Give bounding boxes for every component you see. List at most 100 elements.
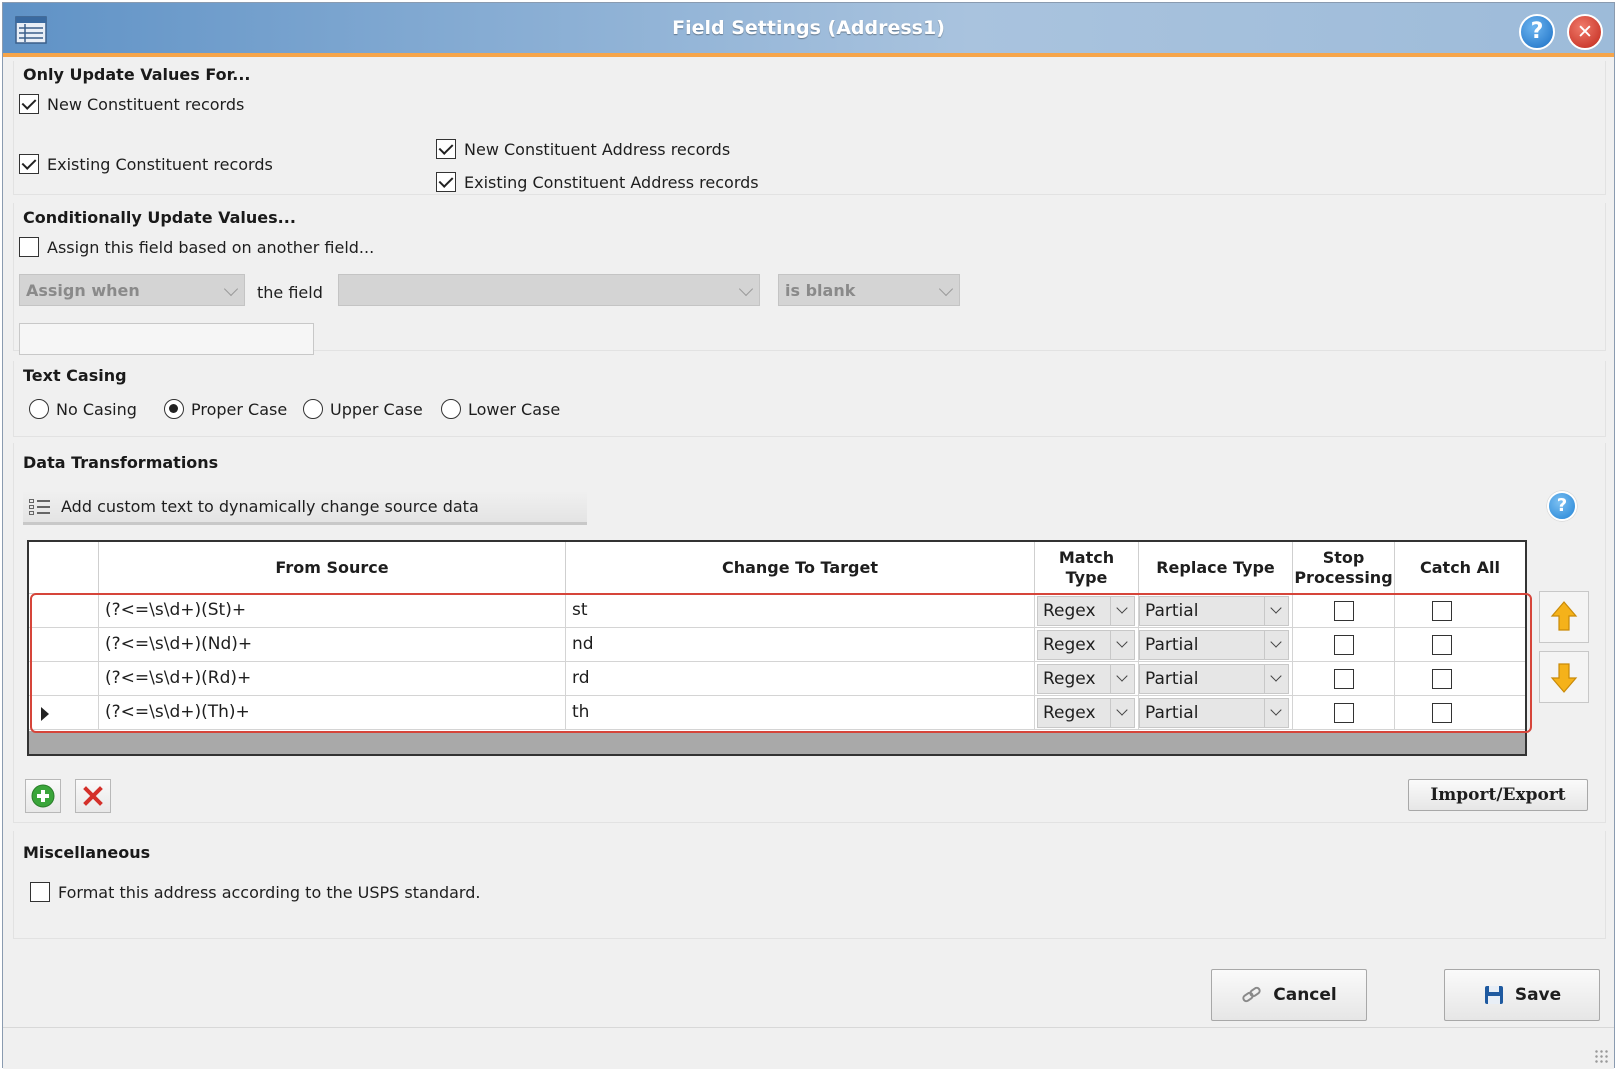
replace-type-dropdown[interactable]: Partial bbox=[1139, 698, 1289, 728]
dropdown-value: Partial bbox=[1145, 669, 1199, 689]
checkbox-box bbox=[19, 237, 39, 257]
chevron-down-icon bbox=[1264, 699, 1288, 727]
radio-proper-case[interactable]: Proper Case bbox=[164, 399, 287, 419]
close-button[interactable]: ✕ bbox=[1567, 14, 1603, 50]
match-type-dropdown[interactable]: Regex bbox=[1037, 596, 1135, 626]
window-title: Field Settings (Address1) bbox=[672, 17, 945, 39]
row-selector[interactable] bbox=[29, 662, 99, 696]
checkbox-label: New Constituent Address records bbox=[464, 139, 731, 159]
resize-grip-icon[interactable] bbox=[1594, 1049, 1608, 1063]
radio-no-casing[interactable]: No Casing bbox=[29, 399, 137, 419]
from-source-cell[interactable]: (?<=\s\d+)(Th)+ bbox=[99, 696, 566, 730]
checkbox-label: Format this address according to the USP… bbox=[58, 882, 481, 902]
change-to-target-cell[interactable]: nd bbox=[566, 628, 1035, 662]
field-settings-window: Field Settings (Address1) ? ✕ Only Updat… bbox=[2, 2, 1615, 1069]
button-label: Import/Export bbox=[1430, 785, 1566, 805]
catch-all-cell bbox=[1395, 662, 1525, 696]
change-to-target-cell[interactable]: rd bbox=[566, 662, 1035, 696]
stop-processing-checkbox[interactable] bbox=[1334, 635, 1354, 655]
table-row[interactable]: (?<=\s\d+)(Nd)+ nd Regex Partial bbox=[29, 628, 1525, 662]
catch-all-checkbox[interactable] bbox=[1432, 635, 1452, 655]
radio-dot bbox=[164, 399, 184, 419]
dropdown-value: Regex bbox=[1043, 635, 1096, 655]
radio-lower-case[interactable]: Lower Case bbox=[441, 399, 560, 419]
delete-row-button[interactable] bbox=[75, 779, 111, 813]
chevron-down-icon bbox=[1264, 631, 1288, 659]
catch-all-checkbox[interactable] bbox=[1432, 669, 1452, 689]
import-export-button[interactable]: Import/Export bbox=[1408, 779, 1588, 811]
cancel-button[interactable]: Cancel bbox=[1211, 969, 1367, 1021]
checkbox-label: Existing Constituent records bbox=[47, 154, 273, 174]
header-stop-processing[interactable]: Stop Processing bbox=[1293, 542, 1395, 594]
usps-format-checkbox[interactable]: Format this address according to the USP… bbox=[30, 882, 480, 902]
checkbox-box bbox=[436, 139, 456, 159]
button-label: Save bbox=[1514, 985, 1562, 1005]
from-source-cell[interactable]: (?<=\s\d+)(Nd)+ bbox=[99, 628, 566, 662]
help-button[interactable]: ? bbox=[1519, 14, 1555, 50]
match-type-dropdown[interactable]: Regex bbox=[1037, 664, 1135, 694]
header-text: Type bbox=[1065, 567, 1108, 587]
move-up-button[interactable] bbox=[1539, 591, 1589, 643]
table-row[interactable]: (?<=\s\d+)(St)+ st Regex Partial bbox=[29, 594, 1525, 628]
save-button[interactable]: Save bbox=[1444, 969, 1600, 1021]
catch-all-checkbox[interactable] bbox=[1432, 703, 1452, 723]
row-selector[interactable] bbox=[29, 696, 99, 730]
replace-type-dropdown[interactable]: Partial bbox=[1139, 664, 1289, 694]
from-source-cell[interactable]: (?<=\s\d+)(St)+ bbox=[99, 594, 566, 628]
row-selector[interactable] bbox=[29, 628, 99, 662]
chevron-down-icon bbox=[223, 281, 239, 297]
replace-type-dropdown[interactable]: Partial bbox=[1139, 630, 1289, 660]
transformations-table: From Source Change To Target Match Type … bbox=[27, 540, 1527, 756]
assign-when-dropdown[interactable]: Assign when bbox=[19, 274, 245, 306]
from-source-cell[interactable]: (?<=\s\d+)(Rd)+ bbox=[99, 662, 566, 696]
only-update-panel bbox=[13, 61, 1606, 195]
catch-all-cell bbox=[1395, 594, 1525, 628]
assign-based-checkbox[interactable]: Assign this field based on another field… bbox=[19, 237, 374, 257]
condition-value-input[interactable] bbox=[19, 323, 314, 355]
radio-upper-case[interactable]: Upper Case bbox=[303, 399, 423, 419]
new-address-checkbox[interactable]: New Constituent Address records bbox=[436, 139, 730, 159]
floppy-disk-icon bbox=[1484, 986, 1503, 1004]
header-from-source[interactable]: From Source bbox=[99, 542, 566, 594]
change-to-target-cell[interactable]: th bbox=[566, 696, 1035, 730]
delete-icon bbox=[83, 786, 103, 806]
row-selector[interactable] bbox=[29, 594, 99, 628]
header-text: Processing bbox=[1294, 567, 1393, 587]
catch-all-cell bbox=[1395, 628, 1525, 662]
add-custom-text-button[interactable]: Add custom text to dynamically change so… bbox=[23, 491, 587, 525]
existing-constituent-checkbox[interactable]: Existing Constituent records bbox=[19, 154, 273, 174]
catch-all-checkbox[interactable] bbox=[1432, 601, 1452, 621]
radio-label: No Casing bbox=[56, 399, 137, 419]
conditional-title: Conditionally Update Values... bbox=[23, 208, 296, 227]
match-type-dropdown[interactable]: Regex bbox=[1037, 630, 1135, 660]
field-dropdown[interactable] bbox=[338, 274, 760, 306]
condition-dropdown[interactable]: is blank bbox=[778, 274, 960, 306]
stop-processing-checkbox[interactable] bbox=[1334, 669, 1354, 689]
stop-processing-checkbox[interactable] bbox=[1334, 703, 1354, 723]
table-row[interactable]: (?<=\s\d+)(Th)+ th Regex Partial bbox=[29, 696, 1525, 730]
header-replace-type[interactable]: Replace Type bbox=[1139, 542, 1293, 594]
catch-all-cell bbox=[1395, 696, 1525, 730]
change-to-target-cell[interactable]: st bbox=[566, 594, 1035, 628]
move-down-button[interactable] bbox=[1539, 651, 1589, 703]
checkbox-box bbox=[19, 94, 39, 114]
add-row-button[interactable] bbox=[25, 779, 61, 813]
header-catch-all[interactable]: Catch All bbox=[1395, 542, 1525, 594]
radio-label: Lower Case bbox=[468, 399, 561, 419]
existing-address-checkbox[interactable]: Existing Constituent Address records bbox=[436, 172, 759, 192]
new-constituent-checkbox[interactable]: New Constituent records bbox=[19, 94, 244, 114]
dropdown-value: is blank bbox=[785, 281, 856, 300]
header-match-type[interactable]: Match Type bbox=[1035, 542, 1139, 594]
match-type-dropdown[interactable]: Regex bbox=[1037, 698, 1135, 728]
replace-type-dropdown[interactable]: Partial bbox=[1139, 596, 1289, 626]
add-icon bbox=[31, 784, 55, 808]
misc-title: Miscellaneous bbox=[23, 843, 151, 862]
text-casing-title: Text Casing bbox=[23, 366, 127, 385]
header-change-to-target[interactable]: Change To Target bbox=[566, 542, 1035, 594]
dropdown-value: Regex bbox=[1043, 669, 1096, 689]
transformations-help-icon[interactable]: ? bbox=[1547, 491, 1577, 521]
radio-dot bbox=[441, 399, 461, 419]
table-row[interactable]: (?<=\s\d+)(Rd)+ rd Regex Partial bbox=[29, 662, 1525, 696]
stop-processing-checkbox[interactable] bbox=[1334, 601, 1354, 621]
the-field-label: the field bbox=[257, 283, 323, 302]
